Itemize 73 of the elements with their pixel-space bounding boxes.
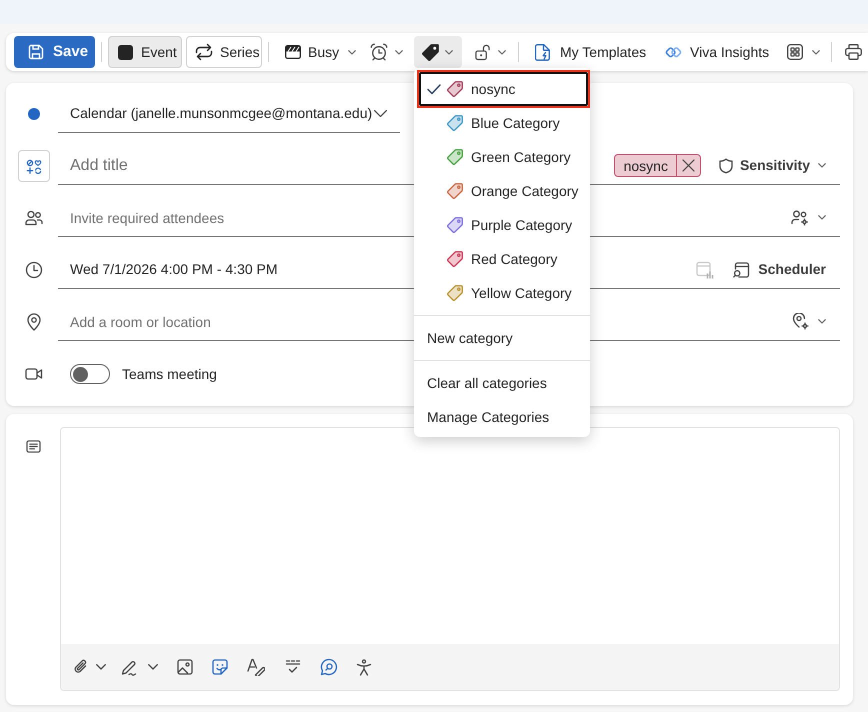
chat-bubble-icon[interactable] <box>320 658 338 676</box>
series-button[interactable]: Series <box>186 36 262 68</box>
insights-button[interactable]: Viva Insights <box>657 36 771 68</box>
open-padlock-icon <box>475 43 491 61</box>
sticker-icon[interactable] <box>212 659 228 675</box>
show-as-dropdown[interactable]: Busy <box>275 36 355 68</box>
caret-icon <box>818 215 826 220</box>
location-options-button[interactable] <box>792 313 826 330</box>
scheduler-button[interactable]: Scheduler <box>733 259 826 280</box>
spell-check-icon[interactable] <box>285 659 301 675</box>
category-item[interactable]: nosync <box>419 72 588 106</box>
repeat-icon <box>195 43 213 61</box>
attendees-input[interactable]: Invite required attendees <box>70 202 400 232</box>
close-icon <box>682 159 695 172</box>
caret-icon <box>818 319 826 324</box>
caret-icon <box>498 50 506 54</box>
clock-icon <box>25 261 43 279</box>
pen-icon[interactable] <box>121 658 138 676</box>
caret-icon <box>812 50 820 54</box>
save-icon <box>28 44 44 60</box>
category-item[interactable]: Green Category <box>414 140 590 174</box>
category-item[interactable]: Yellow Category <box>414 276 590 310</box>
checkmark-icon <box>427 84 441 94</box>
category-item[interactable]: Purple Category <box>414 208 590 242</box>
paperclip-icon[interactable] <box>73 659 88 675</box>
sensitivity-button[interactable]: Sensitivity <box>718 155 826 176</box>
category-item[interactable]: Red Category <box>414 242 590 276</box>
caret-icon <box>348 50 356 54</box>
location-gear-icon <box>792 313 809 330</box>
category-item[interactable]: Orange Category <box>414 174 590 208</box>
people-gear-icon <box>791 210 809 226</box>
filled-square-icon <box>118 44 133 60</box>
window-search-icon <box>733 262 750 278</box>
caret-icon <box>818 163 826 168</box>
document-icon <box>535 44 550 60</box>
alarm-clock-icon <box>370 43 388 61</box>
notes-icon <box>26 440 40 453</box>
date-time-picker[interactable]: Wed 7/1/2026 4:00 PM - 4:30 PM <box>70 254 400 284</box>
menu-item[interactable]: New category <box>414 321 590 355</box>
event-button[interactable]: Event <box>108 36 182 68</box>
location-pin-icon <box>26 313 42 331</box>
chevron-down-icon <box>374 110 387 117</box>
caret-icon[interactable] <box>148 664 158 670</box>
teams-toggle[interactable] <box>70 364 110 384</box>
tag-label: nosync <box>622 158 669 172</box>
menu-item[interactable]: Manage Categories <box>414 400 590 434</box>
templates-button[interactable]: My Templates <box>525 36 653 68</box>
grid-icon <box>787 44 803 60</box>
category-dropdown[interactable] <box>414 36 462 68</box>
calendar-dot-icon <box>28 108 40 120</box>
calendar-select[interactable]: Calendar (janelle.munsonmcgee@montana.edu) <box>58 95 400 133</box>
interlocked-shapes-icon <box>665 46 682 58</box>
tag-icon <box>422 44 439 60</box>
title-input[interactable]: Add title <box>70 150 400 180</box>
caret-icon[interactable] <box>96 664 106 670</box>
accessibility-icon[interactable] <box>356 658 372 676</box>
striped-box-icon <box>285 45 301 59</box>
symbols-icon <box>26 158 42 174</box>
printer-icon <box>845 44 862 60</box>
save-button[interactable]: Save <box>14 36 95 68</box>
teams-meeting-label: Teams meeting <box>122 364 217 384</box>
video-camera-icon <box>25 367 43 381</box>
caret-icon <box>395 50 403 54</box>
shield-icon <box>718 158 733 174</box>
menu-item[interactable]: Clear all categories <box>414 366 590 400</box>
category-item[interactable]: Blue Category <box>414 106 590 140</box>
location-input[interactable]: Add a room or location <box>70 306 400 336</box>
icon-picker-button[interactable] <box>18 150 50 182</box>
attendee-options-button[interactable] <box>791 210 826 226</box>
caret-icon <box>445 50 453 54</box>
image-icon[interactable] <box>177 659 193 675</box>
people-icon <box>25 210 43 226</box>
letter-pen-icon[interactable] <box>247 658 265 676</box>
